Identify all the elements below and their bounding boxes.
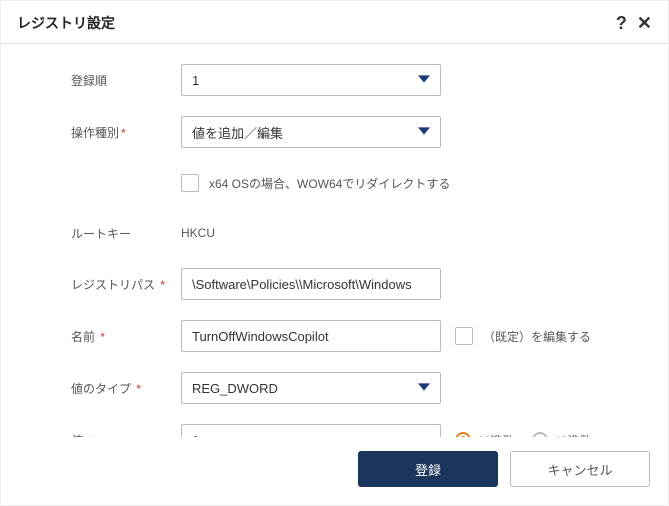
path-input-wrap [181, 268, 441, 300]
chevron-down-icon [418, 125, 430, 140]
wow64-checkbox[interactable] [181, 174, 199, 192]
label-path: レジストリパス * [71, 276, 181, 293]
label-operation: 操作種別* [71, 124, 181, 141]
row-order: 登録順 1 [71, 64, 638, 96]
path-input[interactable] [192, 277, 430, 292]
help-icon[interactable]: ? [616, 14, 627, 32]
label-name: 名前 * [71, 328, 181, 345]
row-operation: 操作種別* 値を追加／編集 [71, 116, 638, 148]
type-select-value: REG_DWORD [192, 381, 278, 396]
dialog-title: レジストリ設定 [17, 13, 115, 33]
chevron-down-icon [418, 73, 430, 88]
order-select[interactable]: 1 [181, 64, 441, 96]
value-input-wrap [181, 424, 441, 437]
label-order: 登録順 [71, 72, 181, 89]
operation-select-value: 値を追加／編集 [192, 123, 283, 142]
row-wow64: x64 OSの場合、WOW64でリダイレクトする [71, 168, 638, 198]
titlebar: レジストリ設定 ? ✕ [1, 1, 668, 44]
operation-select[interactable]: 値を追加／編集 [181, 116, 441, 148]
close-icon[interactable]: ✕ [637, 14, 652, 32]
submit-button[interactable]: 登録 [358, 451, 498, 487]
label-type: 値のタイプ * [71, 380, 181, 397]
label-rootkey: ルートキー [71, 225, 181, 242]
default-edit-label: （既定）を編集する [483, 328, 591, 345]
row-type: 値のタイプ * REG_DWORD [71, 372, 638, 404]
titlebar-icons: ? ✕ [616, 14, 652, 32]
row-rootkey: ルートキー HKCU [71, 218, 638, 248]
dialog-body: 登録順 1 操作種別* 値を追加／編集 x64 OSの場合、WOW64 [1, 44, 668, 437]
row-value: 値 * 10進数 16進数 [71, 424, 638, 437]
chevron-down-icon [418, 381, 430, 396]
order-select-value: 1 [192, 73, 199, 88]
name-input[interactable] [192, 329, 430, 344]
rootkey-value: HKCU [181, 226, 215, 240]
wow64-label: x64 OSの場合、WOW64でリダイレクトする [209, 175, 450, 192]
dialog-footer: 登録 キャンセル [1, 437, 668, 505]
row-name: 名前 * （既定）を編集する [71, 320, 638, 352]
cancel-button[interactable]: キャンセル [510, 451, 650, 487]
type-select[interactable]: REG_DWORD [181, 372, 441, 404]
default-edit-checkbox[interactable] [455, 327, 473, 345]
registry-settings-dialog: レジストリ設定 ? ✕ 登録順 1 操作種別* 値を追加／編集 [0, 0, 669, 506]
name-input-wrap [181, 320, 441, 352]
row-path: レジストリパス * [71, 268, 638, 300]
